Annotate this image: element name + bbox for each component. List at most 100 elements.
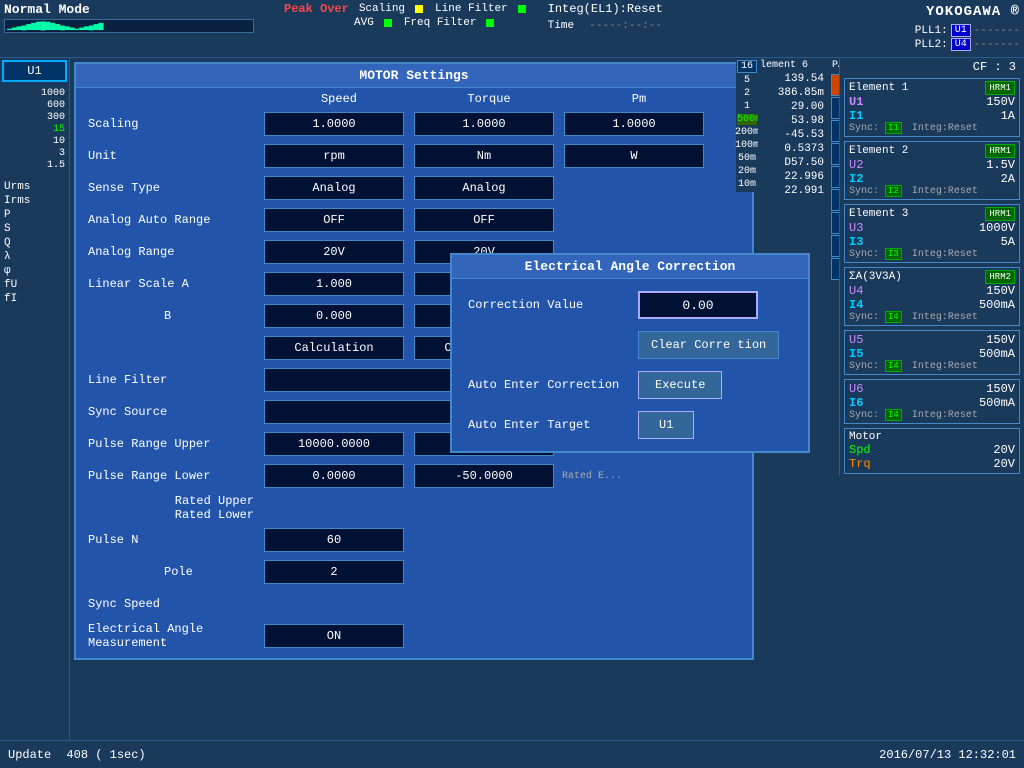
correction-value-input[interactable] xyxy=(638,291,758,319)
auto-enter-correction-label: Auto Enter Correction xyxy=(468,378,628,392)
analog-auto-range-speed-input[interactable] xyxy=(264,208,404,232)
scale-16: 16 xyxy=(737,60,757,73)
motor-spd-value: 20V xyxy=(993,443,1015,457)
element6-sync-tag: I4 xyxy=(885,409,902,421)
element3-i-value: 5A xyxy=(1001,235,1015,249)
col-headers: Speed Torque Pm xyxy=(264,92,744,106)
pole-input[interactable] xyxy=(264,560,404,584)
element6-i-value: 500mA xyxy=(979,396,1015,410)
element1-badge: HRM1 xyxy=(985,81,1015,95)
integ-reset-label: Integ(EL1):Reset xyxy=(548,2,663,16)
analog-auto-range-torque-input[interactable] xyxy=(414,208,554,232)
meas-val-5: -45.53 xyxy=(760,129,824,141)
pll2-row: PLL2: U4 ------- xyxy=(915,38,1020,51)
sync-speed-row: Sync Speed xyxy=(84,590,744,618)
element2-sync-label: Sync: xyxy=(849,186,879,197)
scale-5: 5 xyxy=(744,75,750,86)
scaling-speed-input[interactable] xyxy=(264,112,404,136)
u1-button[interactable]: U1 xyxy=(638,411,694,439)
right-panel: CF : 3 Element 1 HRM1 U1 150V I1 1A Sync… xyxy=(839,58,1024,476)
unit-torque-input[interactable] xyxy=(414,144,554,168)
line-filter-row-label: Line Filter xyxy=(84,373,264,387)
waveform-data: ▁▂▃▄▅▆▇█▇▆▅▄▃▂▁▂▃▄▅▆ xyxy=(7,21,103,31)
element5-sync-tag: I4 xyxy=(885,360,902,372)
pll1-box: U1 xyxy=(951,24,971,37)
scaling-pm-input[interactable] xyxy=(564,112,704,136)
sigma-i-label: I4 xyxy=(849,298,863,312)
correction-value-label: Correction Value xyxy=(468,298,628,312)
line-filter-dot xyxy=(518,5,526,13)
pulse-range-lower-speed-input[interactable] xyxy=(264,464,404,488)
sigma-values: U4 150V xyxy=(849,284,1015,298)
scale-10m: 10m xyxy=(738,179,756,190)
linear-scale-a-speed-input[interactable] xyxy=(264,272,404,296)
meas-val-2: 386.85m xyxy=(760,87,824,99)
pulse-range-upper-speed-input[interactable] xyxy=(264,432,404,456)
element6-values: U6 150V xyxy=(849,382,1015,396)
unit-label: Unit xyxy=(84,149,264,163)
element3-title: Element 3 HRM1 xyxy=(849,207,1015,221)
label-p: P xyxy=(4,209,69,221)
elec-angle-input[interactable] xyxy=(264,624,404,648)
pulse-n-input[interactable] xyxy=(264,528,404,552)
sigma-badge: HRM2 xyxy=(985,270,1015,284)
time-section: Time -----:--:-- xyxy=(548,18,663,32)
pulse-range-lower-row: Pulse Range Lower Rated E... xyxy=(84,462,744,490)
rated-row: Rated Upper Rated Lower xyxy=(84,494,744,522)
element5-sync-label: Sync: xyxy=(849,361,879,372)
scale-1-5: 1.5 xyxy=(47,160,65,171)
pll2-box: U4 xyxy=(951,38,971,51)
element2-badge: HRM1 xyxy=(985,144,1015,158)
element6-u-label: U6 xyxy=(849,382,863,396)
element3-label: Element 3 xyxy=(849,208,908,220)
update-interval: 408 ( 1sec) xyxy=(66,748,145,762)
element3-integ: Integ:Reset xyxy=(912,249,978,260)
pole-label: Pole xyxy=(84,565,264,579)
analog-range-speed-input[interactable] xyxy=(264,240,404,264)
element2-i-value: 2A xyxy=(1001,172,1015,186)
element2-integ: Integ:Reset xyxy=(912,186,978,197)
scaling-label: Scaling xyxy=(359,3,405,15)
scale-20m: 20m xyxy=(738,166,756,177)
sigma-sync-tag: I4 xyxy=(885,311,902,323)
linear-scale-b-speed-input[interactable] xyxy=(264,304,404,328)
element5-u-value: 150V xyxy=(986,333,1015,347)
motor-spd-row: Spd 20V xyxy=(849,443,1015,457)
scaling-label-row: Scaling xyxy=(84,117,264,131)
element5-integ: Integ:Reset xyxy=(912,361,978,372)
element1-sync-label: Sync: xyxy=(849,123,879,134)
calculation-speed-input[interactable] xyxy=(264,336,404,360)
scale-2: 2 xyxy=(744,88,750,99)
pll1-row: PLL1: U1 ------- xyxy=(915,24,1020,37)
top-left: Normal Mode ▁▂▃▄▅▆▇█▇▆▅▄▃▂▁▂▃▄▅▆ xyxy=(4,2,274,33)
element5-u-label: U5 xyxy=(849,333,863,347)
element5-i-value: 500mA xyxy=(979,347,1015,361)
element5-sync: Sync: I4 Integ:Reset xyxy=(849,361,1015,372)
pulse-n-row: Pulse N xyxy=(84,526,744,554)
line-filter-label: Line Filter xyxy=(435,3,508,15)
rated-upper-label: Rated Upper xyxy=(84,494,254,508)
auto-enter-target-row: Auto Enter Target U1 xyxy=(468,411,792,439)
motor-trq-label: Trq xyxy=(849,457,871,471)
col-pm: Pm xyxy=(564,92,714,106)
pll2-dashes: ------- xyxy=(974,39,1020,51)
unit-pm-input[interactable] xyxy=(564,144,704,168)
execute-button[interactable]: Execute xyxy=(638,371,722,399)
cf-row: CF : 3 xyxy=(840,58,1024,76)
sense-type-speed-input[interactable] xyxy=(264,176,404,200)
motor-settings-title: MOTOR Settings xyxy=(76,64,752,88)
element6-sync-label: Sync: xyxy=(849,410,879,421)
unit-speed-input[interactable] xyxy=(264,144,404,168)
element5-block: U5 150V I5 500mA Sync: I4 Integ:Reset xyxy=(844,330,1020,375)
scaling-torque-input[interactable] xyxy=(414,112,554,136)
element1-i-label: I1 xyxy=(849,109,863,123)
analog-auto-range-row: Analog Auto Range xyxy=(84,206,744,234)
clear-correction-button[interactable]: Clear Corre tion xyxy=(638,331,779,359)
sigma-u-value: 150V xyxy=(986,284,1015,298)
sense-type-torque-input[interactable] xyxy=(414,176,554,200)
pulse-range-lower-torque-input[interactable] xyxy=(414,464,554,488)
measurement-values: lement 6 139.54 386.85m 29.00 53.98 -45.… xyxy=(758,58,826,199)
element3-i-values: I3 5A xyxy=(849,235,1015,249)
element1-values: U1 150V xyxy=(849,95,1015,109)
scale-15: 15 xyxy=(53,124,65,135)
